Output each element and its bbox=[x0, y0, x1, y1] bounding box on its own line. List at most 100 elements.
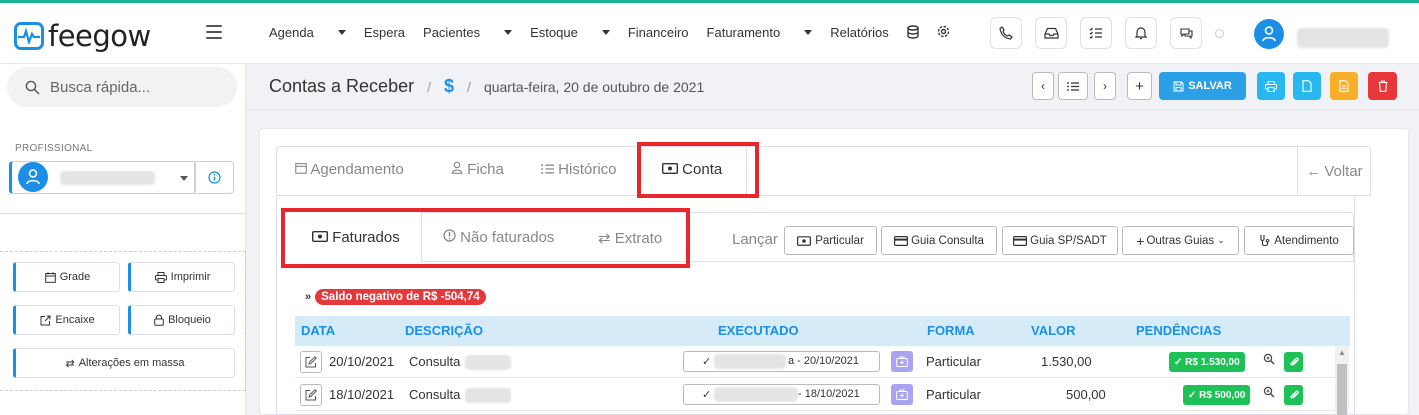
pendencia-paid-badge[interactable]: ✓ R$ 500,00 bbox=[1183, 385, 1251, 405]
chevron-right-icon: › bbox=[1103, 79, 1107, 93]
executado-value: a - 20/10/2021 bbox=[788, 355, 859, 367]
row-date: 18/10/2021 bbox=[329, 387, 395, 402]
user-icon bbox=[451, 161, 463, 174]
delete-button[interactable] bbox=[1368, 72, 1397, 100]
add-button[interactable]: + bbox=[1127, 72, 1152, 100]
table-scrollbar[interactable]: ▲ bbox=[1335, 346, 1349, 415]
edit-icon[interactable] bbox=[300, 384, 322, 406]
executado-select[interactable]: ✓ - 18/10/2021 bbox=[683, 384, 880, 405]
particular-button[interactable]: Particular bbox=[784, 226, 877, 255]
col-forma: FORMA bbox=[927, 323, 975, 338]
professional-name-redacted bbox=[60, 171, 155, 185]
menu-toggle-icon[interactable] bbox=[206, 25, 222, 43]
scroll-up-icon[interactable]: ▲ bbox=[1338, 348, 1346, 357]
credit-card-icon bbox=[1013, 235, 1028, 246]
salvar-button[interactable]: SALVAR bbox=[1159, 72, 1246, 100]
previous-button[interactable]: ‹ bbox=[1032, 72, 1054, 100]
medical-kit-icon[interactable] bbox=[891, 351, 913, 372]
tab-agendamento[interactable]: Agendamento bbox=[295, 161, 404, 178]
user-avatar[interactable] bbox=[1254, 19, 1284, 49]
breadcrumb: Contas a Receber / $ / quarta-feira, 20 … bbox=[269, 76, 704, 97]
guia-sp-sadt-button[interactable]: Guia SP/SADT bbox=[1002, 226, 1118, 255]
outras-guias-dropdown[interactable]: + Outras Guias ⌄ bbox=[1122, 226, 1239, 255]
lancar-label: Lançar bbox=[732, 231, 778, 248]
encaixe-button[interactable]: Encaixe bbox=[13, 305, 120, 335]
breadcrumb-separator: / bbox=[467, 79, 471, 95]
check-icon: ✓ bbox=[702, 389, 712, 401]
nav-espera[interactable]: Espera bbox=[364, 25, 405, 42]
zoom-icon[interactable] bbox=[1263, 386, 1275, 401]
inbox-icon[interactable] bbox=[1035, 17, 1067, 49]
phone-icon[interactable] bbox=[990, 17, 1022, 49]
double-chevron-icon: » bbox=[305, 291, 312, 303]
attachment-icon[interactable] bbox=[1284, 385, 1303, 405]
edit-icon[interactable] bbox=[300, 351, 322, 373]
nav-relatorios[interactable]: Relatórios bbox=[830, 25, 889, 42]
nav-financeiro[interactable]: Financeiro bbox=[628, 25, 689, 42]
list-icon bbox=[541, 164, 554, 174]
search-input[interactable]: Busca rápida... bbox=[7, 67, 237, 107]
page-title: Contas a Receber bbox=[269, 76, 415, 96]
logo-heartbeat-icon bbox=[14, 22, 44, 50]
table-header: DATA DESCRIÇÃO EXECUTADO FORMA VALOR PEN… bbox=[295, 316, 1350, 346]
voltar-button[interactable]: ← Voltar bbox=[1297, 146, 1371, 196]
atendimento-button[interactable]: Atendimento bbox=[1244, 226, 1354, 255]
executado-select[interactable]: ✓ a - 20/10/2021 bbox=[683, 351, 880, 372]
redacted-text bbox=[465, 355, 511, 370]
row-forma: Particular bbox=[926, 354, 981, 369]
grade-button[interactable]: Grade bbox=[13, 262, 120, 292]
checklist-icon[interactable] bbox=[1080, 17, 1112, 49]
saldo-negativo-badge: Saldo negativo de R$ -504,74 bbox=[315, 289, 486, 305]
zoom-icon[interactable] bbox=[1263, 353, 1275, 368]
settings-gear-icon[interactable] bbox=[937, 25, 950, 42]
scrollbar-thumb[interactable] bbox=[1337, 364, 1347, 415]
header-icon-group bbox=[990, 17, 1240, 49]
nav-agenda[interactable]: Agenda bbox=[269, 25, 346, 42]
row-description: Consulta bbox=[409, 387, 461, 402]
bloqueio-button[interactable]: Bloqueio bbox=[128, 305, 235, 335]
nav-estoque[interactable]: Estoque bbox=[530, 25, 610, 42]
breadcrumb-date: quarta-feira, 20 de outubro de 2021 bbox=[483, 79, 705, 95]
document-button[interactable] bbox=[1293, 72, 1321, 100]
bell-icon[interactable] bbox=[1125, 17, 1157, 49]
table-row: 20/10/2021 Consulta ✓ a - 20/10/2021 Par… bbox=[295, 346, 1335, 378]
list-button[interactable] bbox=[1058, 72, 1088, 100]
info-icon[interactable] bbox=[194, 161, 234, 194]
printer-icon bbox=[1265, 80, 1277, 92]
saldo-alert: » Saldo negativo de R$ -504,74 bbox=[305, 289, 486, 305]
tab-ficha[interactable]: Ficha bbox=[451, 161, 504, 178]
col-pendencias: PENDÊNCIAS bbox=[1136, 323, 1222, 338]
money-bill-icon bbox=[797, 235, 812, 246]
imprimir-button[interactable]: Imprimir bbox=[128, 262, 235, 292]
nav-pacientes[interactable]: Pacientes bbox=[423, 25, 513, 42]
medical-kit-icon[interactable] bbox=[891, 384, 913, 405]
document-alt-button[interactable] bbox=[1330, 72, 1358, 100]
plus-icon: + bbox=[1135, 77, 1144, 95]
tab-historico[interactable]: Histórico bbox=[541, 161, 617, 178]
guia-consulta-button[interactable]: Guia Consulta bbox=[881, 226, 997, 255]
profissional-label: PROFISSIONAL bbox=[15, 143, 93, 154]
status-dot-icon bbox=[1215, 29, 1224, 38]
chevron-left-icon: ‹ bbox=[1041, 79, 1045, 93]
check-icon: ✓ bbox=[1188, 389, 1200, 401]
list-icon bbox=[1067, 81, 1079, 91]
feegow-logo[interactable]: feegow bbox=[14, 19, 151, 53]
calendar-icon bbox=[44, 271, 56, 283]
currency-symbol[interactable]: $ bbox=[444, 76, 454, 96]
row-description: Consulta bbox=[409, 354, 461, 369]
attachment-icon[interactable] bbox=[1284, 352, 1303, 372]
table-row: 18/10/2021 Consulta ✓ - 18/10/2021 Parti… bbox=[295, 379, 1335, 411]
pendencia-paid-badge[interactable]: ✓ R$ 1.530,00 bbox=[1169, 352, 1245, 372]
print-button[interactable] bbox=[1257, 72, 1285, 100]
top-header: feegow Agenda Espera Pacientes Estoque F… bbox=[0, 3, 1419, 64]
profissional-select[interactable] bbox=[9, 161, 196, 194]
database-icon[interactable] bbox=[907, 25, 919, 42]
chat-icon[interactable] bbox=[1170, 17, 1202, 49]
nav-faturamento[interactable]: Faturamento bbox=[707, 25, 813, 42]
logo-text: feegow bbox=[48, 19, 151, 53]
alteracoes-em-massa-button[interactable]: ⇄ Alterações em massa bbox=[13, 348, 235, 378]
next-button[interactable]: › bbox=[1094, 72, 1116, 100]
breadcrumb-separator: / bbox=[427, 79, 431, 95]
main-nav: Agenda Espera Pacientes Estoque Financei… bbox=[269, 25, 968, 42]
redacted-text bbox=[714, 387, 798, 402]
